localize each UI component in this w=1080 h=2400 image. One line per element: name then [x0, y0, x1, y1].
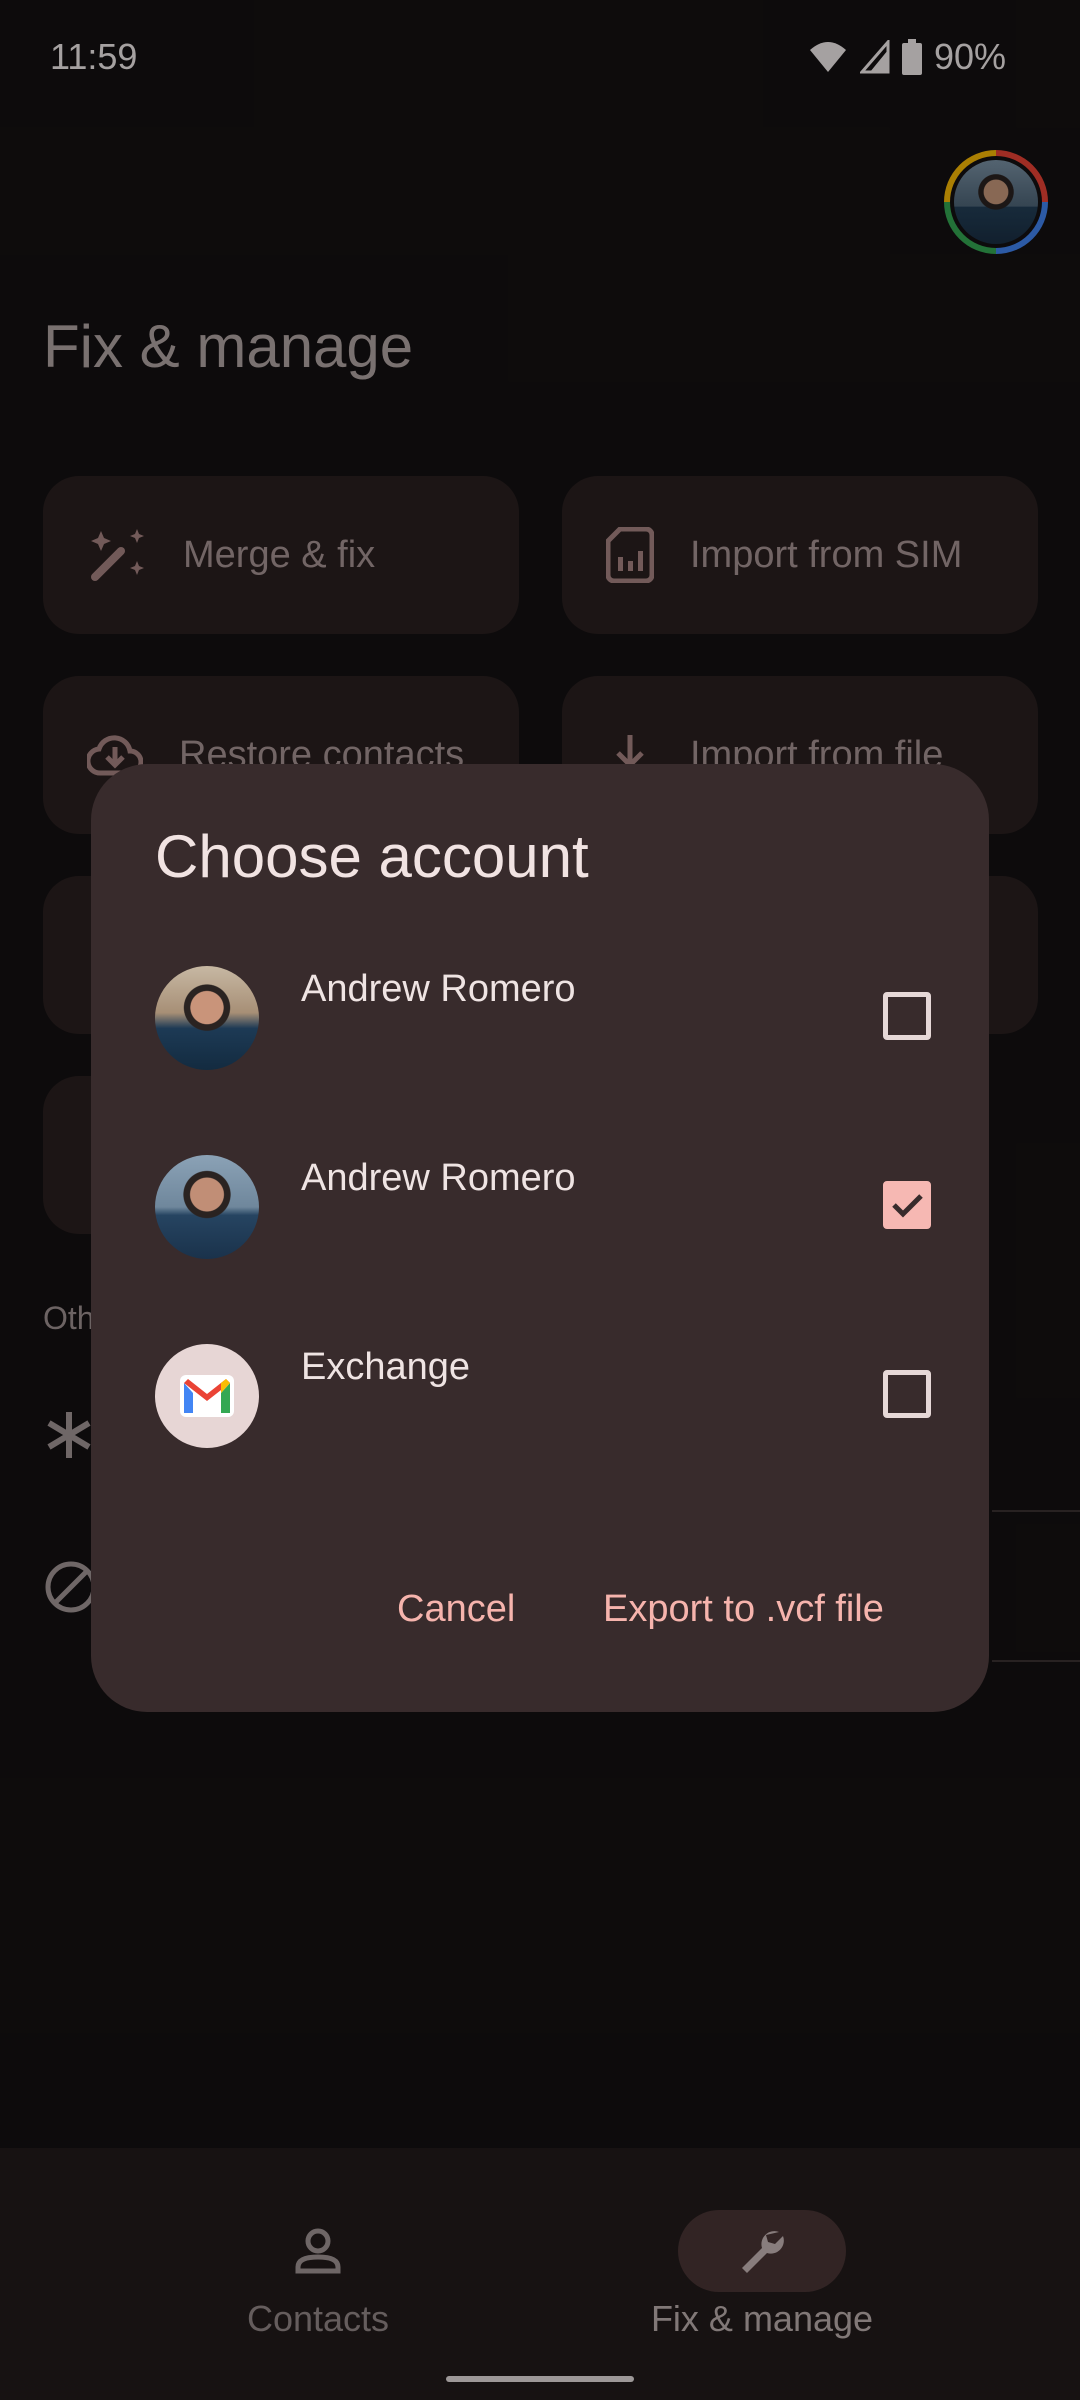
account-name: Andrew Romero — [301, 1157, 576, 1199]
account-row[interactable]: Exchange — [91, 1344, 989, 1520]
account-row[interactable]: Andrew Romero — [91, 1155, 989, 1331]
account-checkbox[interactable] — [883, 1181, 931, 1229]
dialog-title: Choose account — [155, 823, 589, 890]
gmail-avatar — [155, 1344, 259, 1448]
account-checkbox[interactable] — [883, 992, 931, 1040]
account-checkbox[interactable] — [883, 1370, 931, 1418]
profile-photo — [155, 966, 259, 1070]
cancel-button[interactable]: Cancel — [397, 1588, 515, 1631]
choose-account-dialog: Choose account Andrew Romero Andrew Rome… — [91, 764, 989, 1712]
profile-photo — [155, 1155, 259, 1259]
checkmark-icon — [892, 1194, 923, 1218]
export-vcf-button[interactable]: Export to .vcf file — [603, 1588, 884, 1631]
account-name: Andrew Romero — [301, 968, 576, 1010]
gmail-icon — [180, 1375, 234, 1417]
account-row[interactable]: Andrew Romero — [91, 966, 989, 1142]
account-name: Exchange — [301, 1346, 471, 1388]
